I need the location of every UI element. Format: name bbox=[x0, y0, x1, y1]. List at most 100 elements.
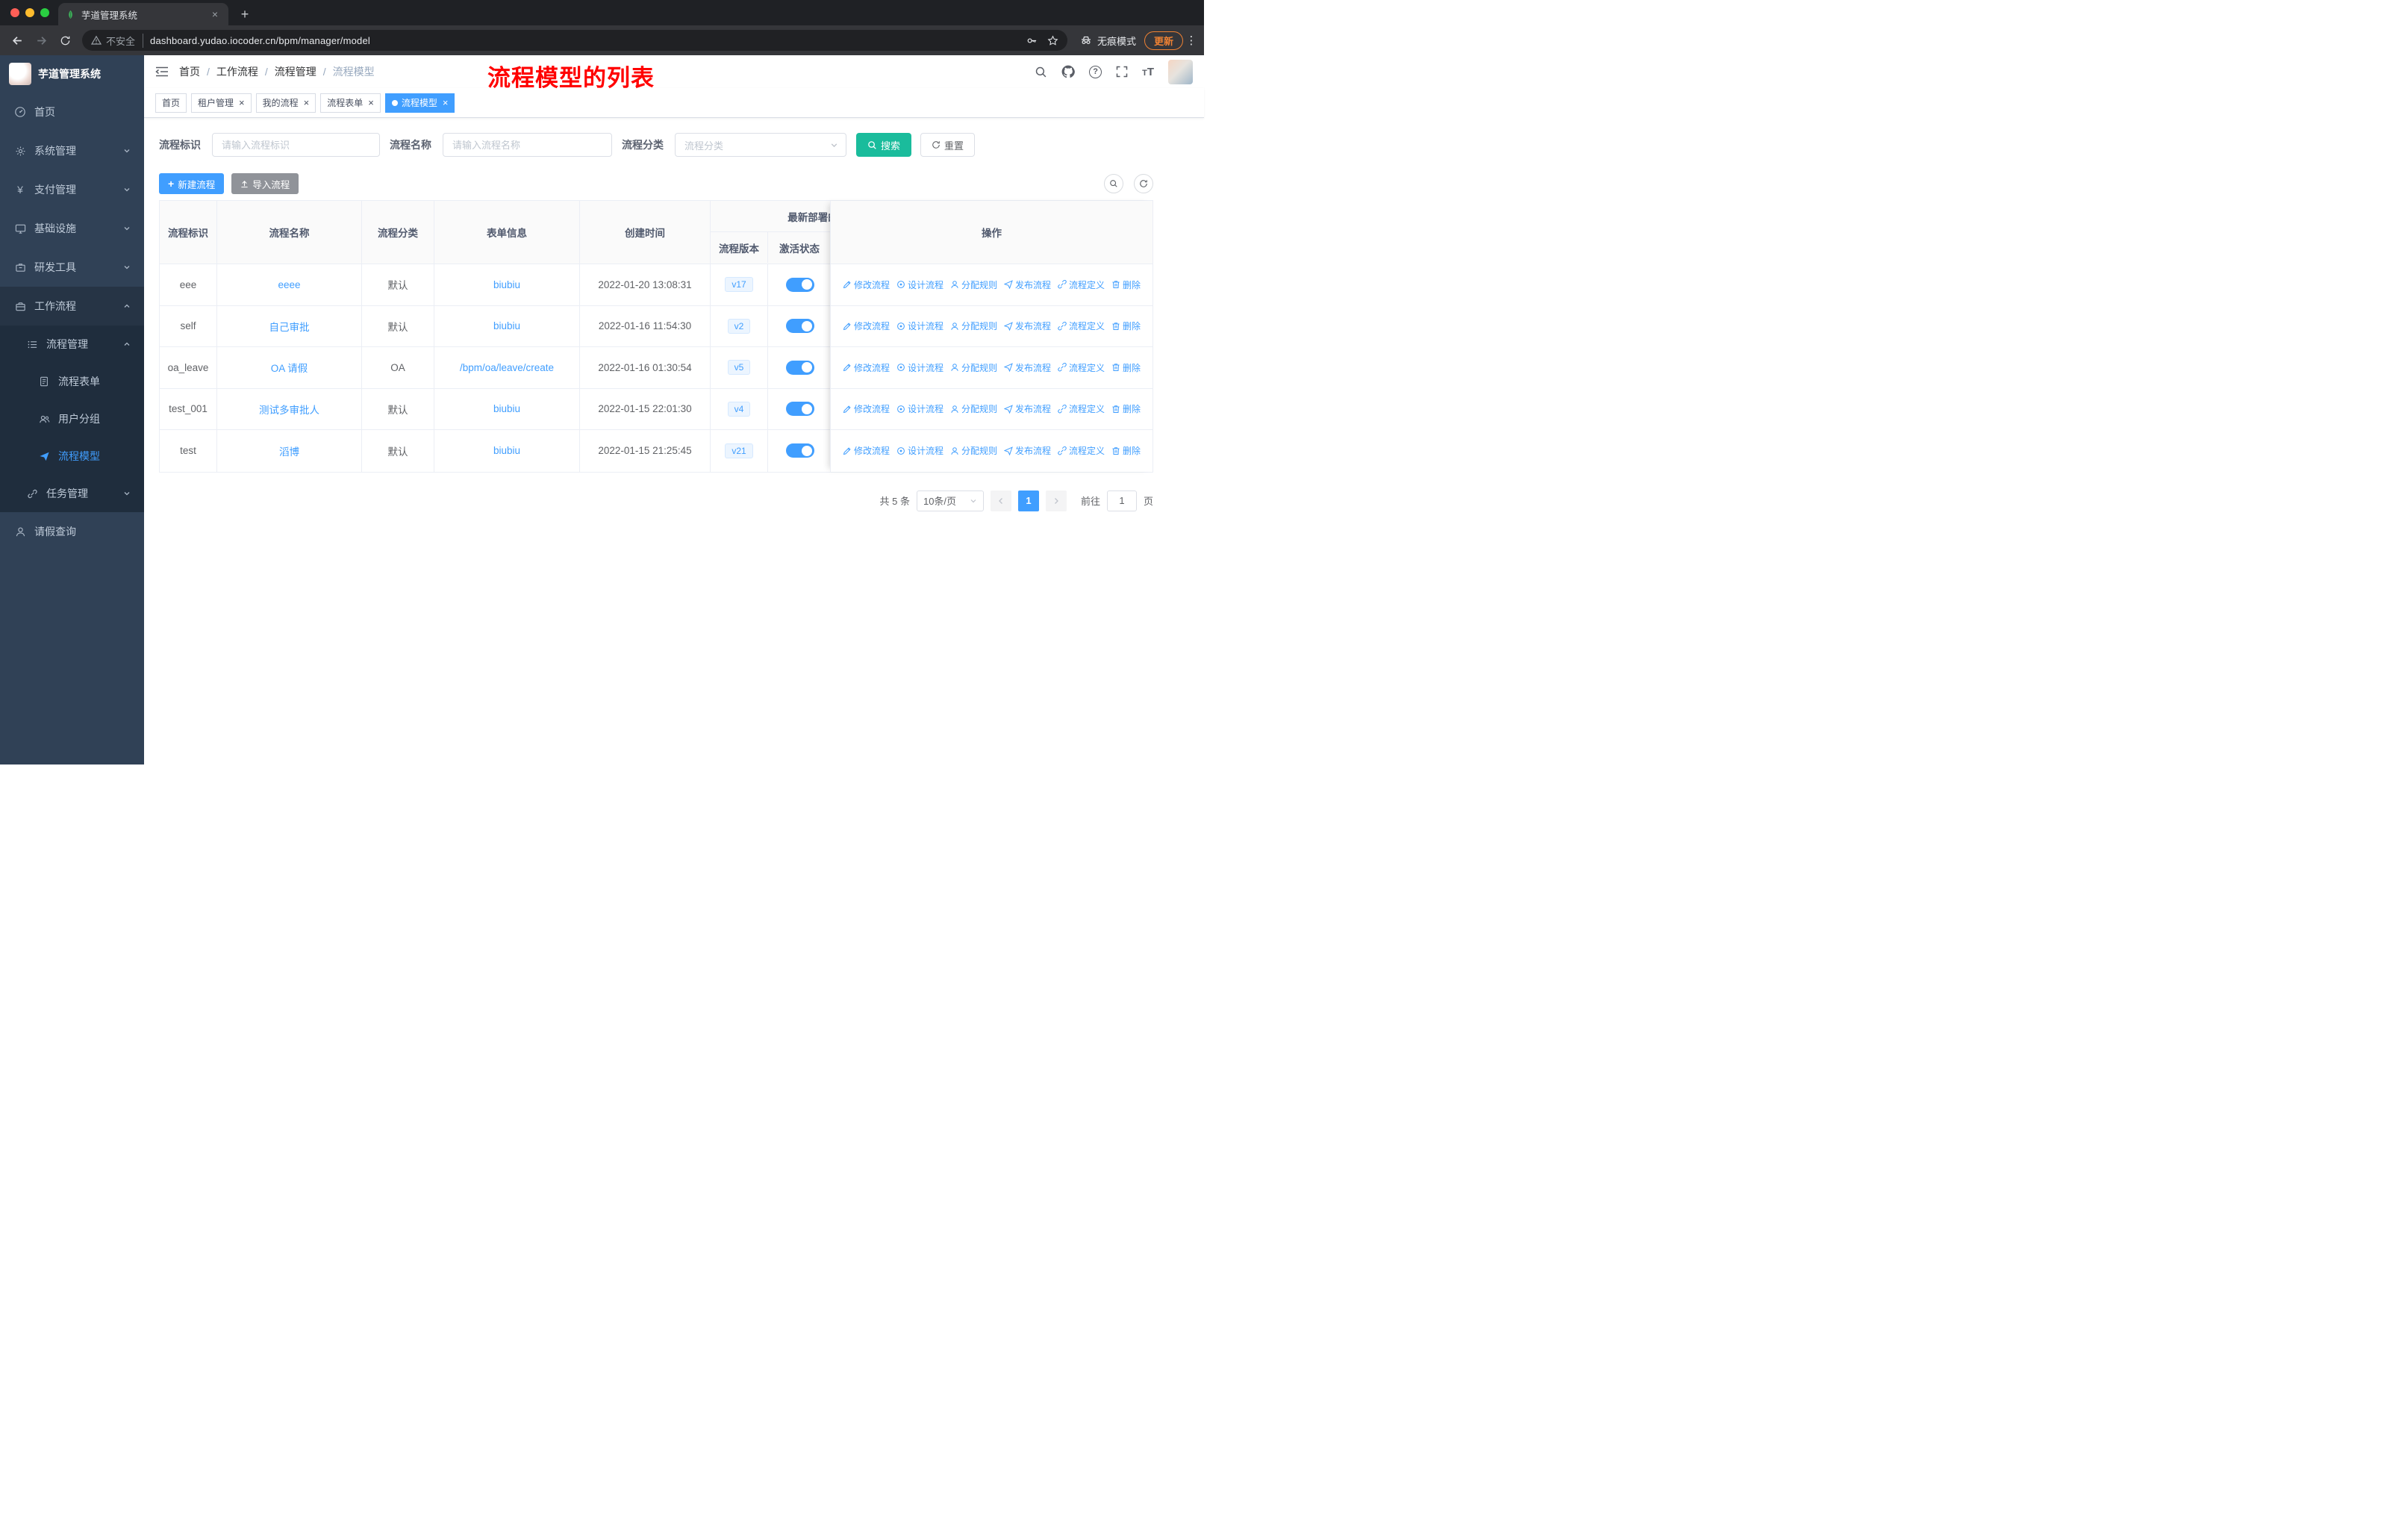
op-delete[interactable]: 删除 bbox=[1111, 402, 1141, 415]
form-info-link[interactable]: biubiu bbox=[493, 403, 520, 414]
bookmark-star-icon[interactable] bbox=[1047, 35, 1058, 46]
breadcrumb-item[interactable]: 流程管理 bbox=[275, 64, 316, 79]
forward-button[interactable] bbox=[30, 29, 52, 52]
process-name-link[interactable]: OA 请假 bbox=[271, 360, 308, 375]
sidebar-item-infrastructure[interactable]: 基础设施 bbox=[0, 209, 144, 248]
maximize-window-button[interactable] bbox=[40, 8, 49, 17]
op-delete[interactable]: 删除 bbox=[1111, 278, 1141, 291]
sidebar-item-task-management[interactable]: 任务管理 bbox=[0, 475, 144, 512]
active-toggle[interactable] bbox=[785, 402, 814, 417]
op-process-definition[interactable]: 流程定义 bbox=[1058, 320, 1105, 332]
close-window-button[interactable] bbox=[10, 8, 19, 17]
tag-tenant-management[interactable]: 租户管理 bbox=[191, 93, 252, 113]
op-design-process[interactable]: 设计流程 bbox=[896, 278, 943, 291]
breadcrumb-item[interactable]: 工作流程 bbox=[216, 64, 258, 79]
active-toggle[interactable] bbox=[785, 277, 814, 292]
sidebar-item-leave-query[interactable]: 请假查询 bbox=[0, 512, 144, 551]
browser-menu-icon[interactable] bbox=[1185, 34, 1198, 47]
user-avatar[interactable] bbox=[1168, 59, 1193, 84]
op-assign-rule[interactable]: 分配规则 bbox=[950, 361, 997, 374]
page-size-select[interactable]: 10条/页 bbox=[916, 490, 984, 511]
op-process-definition[interactable]: 流程定义 bbox=[1058, 402, 1105, 415]
category-select[interactable]: 流程分类 bbox=[675, 133, 846, 157]
op-publish-process[interactable]: 发布流程 bbox=[1004, 402, 1051, 415]
refresh-table-button[interactable] bbox=[1134, 174, 1153, 193]
op-process-definition[interactable]: 流程定义 bbox=[1058, 361, 1105, 374]
op-delete[interactable]: 删除 bbox=[1111, 320, 1141, 332]
sidebar-item-process-management[interactable]: 流程管理 bbox=[0, 326, 144, 363]
process-name-link[interactable]: 自己审批 bbox=[269, 319, 310, 334]
back-button[interactable] bbox=[6, 29, 28, 52]
op-publish-process[interactable]: 发布流程 bbox=[1004, 361, 1051, 374]
active-toggle[interactable] bbox=[785, 319, 814, 334]
next-page-button[interactable] bbox=[1045, 490, 1067, 511]
process-name-link[interactable]: eeee bbox=[278, 279, 300, 290]
process-name-input[interactable] bbox=[443, 133, 612, 157]
op-assign-rule[interactable]: 分配规则 bbox=[950, 320, 997, 332]
close-icon[interactable] bbox=[237, 97, 245, 108]
op-edit-process[interactable]: 修改流程 bbox=[843, 320, 890, 332]
sidebar-item-home[interactable]: 首页 bbox=[0, 93, 144, 131]
op-publish-process[interactable]: 发布流程 bbox=[1004, 278, 1051, 291]
sidebar-item-workflow[interactable]: 工作流程 bbox=[0, 287, 144, 326]
browser-tab[interactable]: 芋道管理系统 bbox=[58, 3, 228, 25]
logo[interactable]: 芋道管理系统 bbox=[0, 55, 144, 93]
github-icon[interactable] bbox=[1061, 65, 1075, 78]
search-icon[interactable] bbox=[1035, 66, 1047, 78]
op-edit-process[interactable]: 修改流程 bbox=[843, 444, 890, 457]
op-assign-rule[interactable]: 分配规则 bbox=[950, 402, 997, 415]
reload-button[interactable] bbox=[54, 29, 76, 52]
browser-update-button[interactable]: 更新 bbox=[1144, 31, 1183, 50]
fullscreen-icon[interactable] bbox=[1116, 66, 1128, 78]
tab-close-icon[interactable] bbox=[209, 8, 221, 20]
op-delete[interactable]: 删除 bbox=[1111, 361, 1141, 374]
sidebar-item-dev-tools[interactable]: 研发工具 bbox=[0, 248, 144, 287]
new-tab-button[interactable] bbox=[234, 4, 255, 25]
tag-process-model-active[interactable]: 流程模型 bbox=[384, 93, 455, 113]
form-info-link[interactable]: /bpm/oa/leave/create bbox=[460, 362, 554, 373]
breadcrumb-item[interactable]: 首页 bbox=[179, 64, 200, 79]
menu-fold-icon[interactable] bbox=[155, 66, 169, 78]
page-number-button[interactable]: 1 bbox=[1017, 490, 1039, 511]
create-process-button[interactable]: + 新建流程 bbox=[159, 173, 225, 194]
form-info-link[interactable]: biubiu bbox=[493, 320, 520, 331]
prev-page-button[interactable] bbox=[990, 490, 1011, 511]
sidebar-item-process-form[interactable]: 流程表单 bbox=[0, 363, 144, 400]
op-assign-rule[interactable]: 分配规则 bbox=[950, 278, 997, 291]
password-key-icon[interactable] bbox=[1026, 35, 1038, 46]
op-process-definition[interactable]: 流程定义 bbox=[1058, 444, 1105, 457]
op-edit-process[interactable]: 修改流程 bbox=[843, 402, 890, 415]
form-info-link[interactable]: biubiu bbox=[493, 279, 520, 290]
op-edit-process[interactable]: 修改流程 bbox=[843, 361, 890, 374]
tag-home[interactable]: 首页 bbox=[155, 93, 187, 113]
op-design-process[interactable]: 设计流程 bbox=[896, 361, 943, 374]
close-icon[interactable] bbox=[366, 97, 374, 108]
op-assign-rule[interactable]: 分配规则 bbox=[950, 444, 997, 457]
sidebar-item-process-model[interactable]: 流程模型 bbox=[0, 437, 144, 475]
op-delete[interactable]: 删除 bbox=[1111, 444, 1141, 457]
form-info-link[interactable]: biubiu bbox=[493, 445, 520, 456]
process-name-link[interactable]: 测试多审批人 bbox=[259, 402, 319, 417]
tag-process-form[interactable]: 流程表单 bbox=[320, 93, 381, 113]
op-publish-process[interactable]: 发布流程 bbox=[1004, 444, 1051, 457]
search-button[interactable]: 搜索 bbox=[856, 133, 912, 157]
security-indicator[interactable]: 不安全 bbox=[91, 33, 144, 48]
import-process-button[interactable]: 导入流程 bbox=[231, 173, 299, 194]
process-id-input[interactable] bbox=[212, 133, 380, 157]
op-design-process[interactable]: 设计流程 bbox=[896, 402, 943, 415]
op-edit-process[interactable]: 修改流程 bbox=[843, 278, 890, 291]
toggle-search-button[interactable] bbox=[1104, 174, 1123, 193]
minimize-window-button[interactable] bbox=[25, 8, 34, 17]
help-icon[interactable] bbox=[1089, 65, 1102, 78]
sidebar-item-payment-management[interactable]: ¥ 支付管理 bbox=[0, 170, 144, 209]
sidebar-item-user-group[interactable]: 用户分组 bbox=[0, 400, 144, 437]
op-publish-process[interactable]: 发布流程 bbox=[1004, 320, 1051, 332]
active-toggle[interactable] bbox=[785, 443, 814, 458]
op-process-definition[interactable]: 流程定义 bbox=[1058, 278, 1105, 291]
font-size-icon[interactable]: T bbox=[1142, 66, 1154, 78]
address-bar[interactable]: 不安全 dashboard.yudao.iocoder.cn/bpm/manag… bbox=[82, 30, 1067, 51]
active-toggle[interactable] bbox=[785, 360, 814, 375]
close-icon[interactable] bbox=[302, 97, 310, 108]
op-design-process[interactable]: 设计流程 bbox=[896, 444, 943, 457]
tag-my-process[interactable]: 我的流程 bbox=[255, 93, 316, 113]
